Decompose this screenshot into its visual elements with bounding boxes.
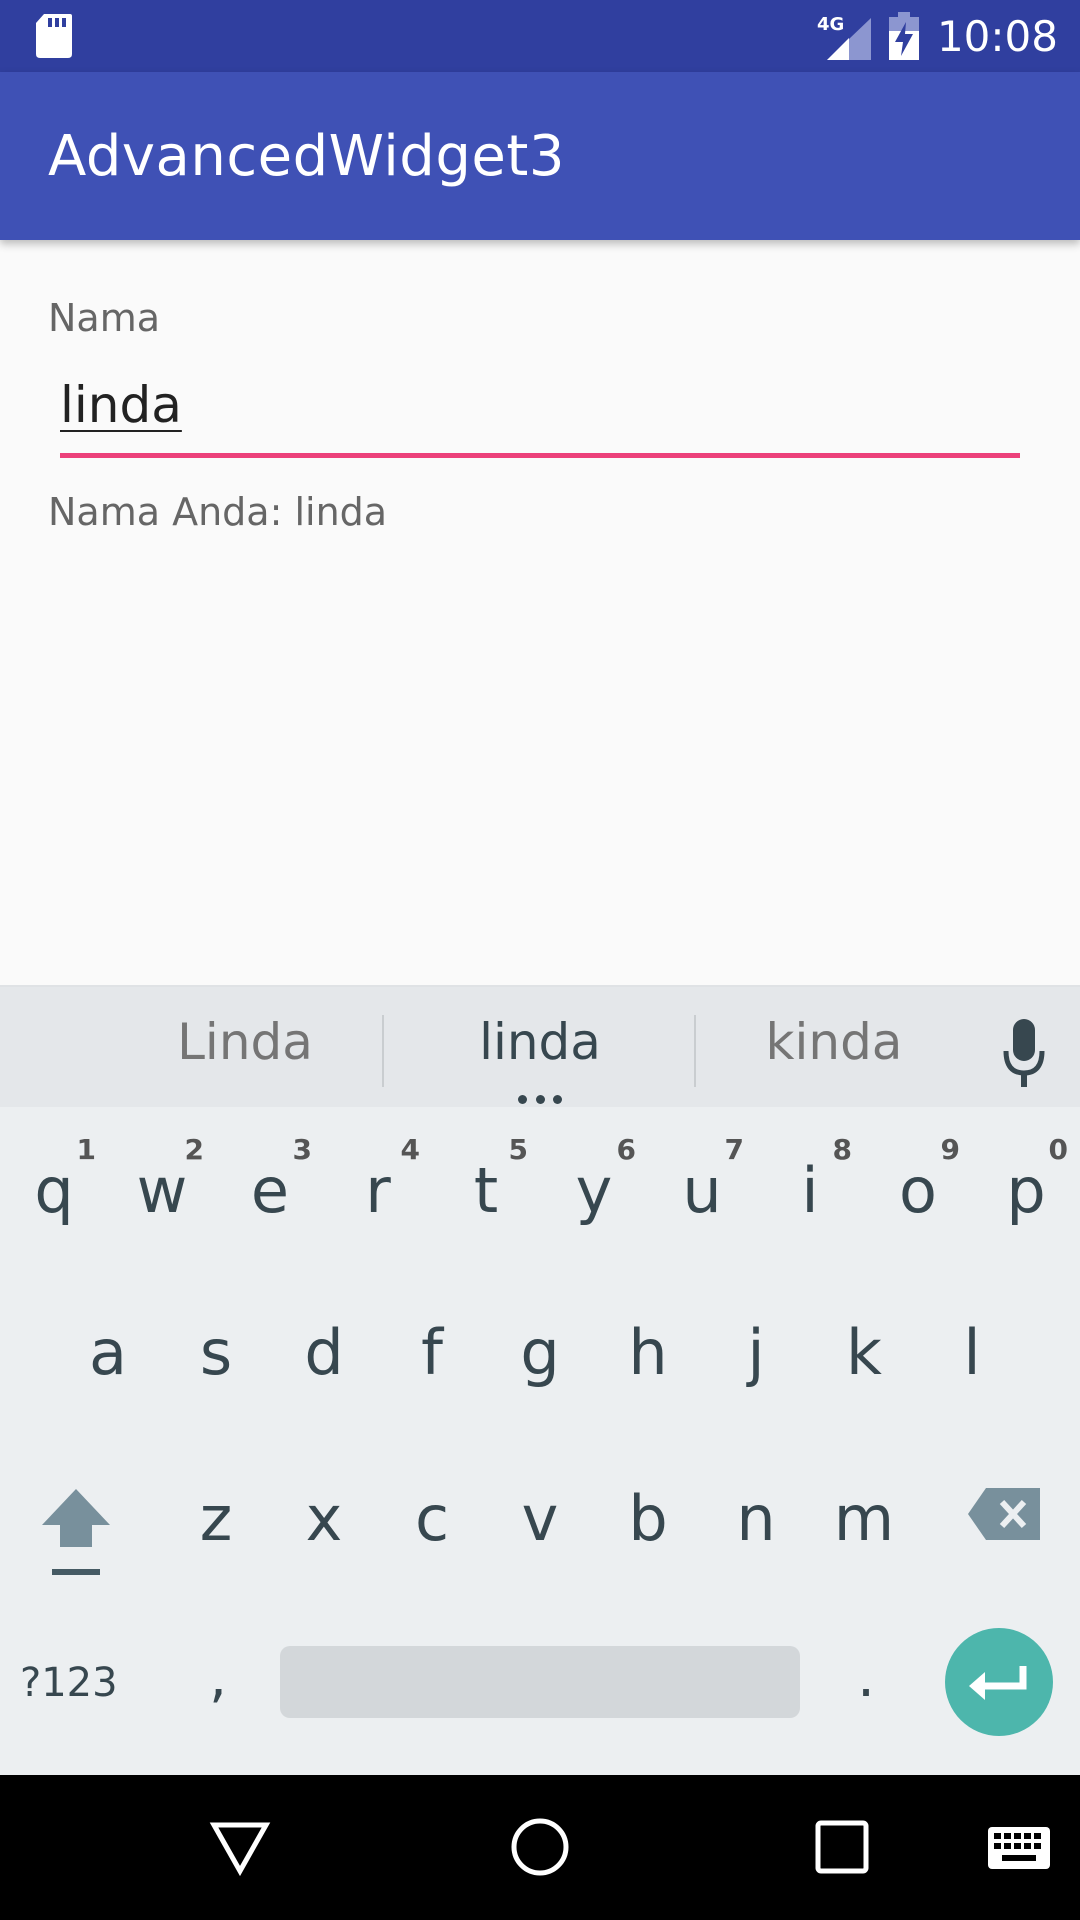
main-content: Nama Nama Anda: linda	[0, 240, 1080, 985]
key-g[interactable]: g	[486, 1288, 594, 1418]
comma-key[interactable]: ,	[168, 1628, 268, 1728]
name-input-underline	[60, 453, 1020, 458]
key-hint: 4	[400, 1133, 420, 1166]
recent-apps-icon[interactable]	[814, 1819, 870, 1875]
key-h[interactable]: h	[594, 1288, 702, 1418]
key-j[interactable]: j	[702, 1288, 810, 1418]
mic-icon[interactable]	[1002, 1019, 1046, 1089]
key-u[interactable]: u7	[648, 1126, 756, 1256]
key-v[interactable]: v	[486, 1454, 594, 1584]
key-e[interactable]: e3	[216, 1126, 324, 1256]
key-c[interactable]: c	[378, 1454, 486, 1584]
suggestion-left[interactable]: Linda	[95, 1013, 395, 1071]
suggestion-right[interactable]: kinda	[684, 1013, 984, 1071]
key-o[interactable]: o9	[864, 1126, 972, 1256]
key-z[interactable]: z	[162, 1454, 270, 1584]
key-hint: 8	[832, 1133, 852, 1166]
name-label: Nama	[48, 296, 161, 340]
backspace-icon[interactable]	[966, 1486, 1042, 1542]
key-a[interactable]: a	[54, 1288, 162, 1418]
signal-icon: 4G	[817, 14, 871, 60]
key-y[interactable]: y6	[540, 1126, 648, 1256]
key-hint: 7	[724, 1133, 744, 1166]
key-hint: 2	[184, 1133, 204, 1166]
key-hint: 1	[76, 1133, 96, 1166]
symbols-key[interactable]: ?123	[20, 1638, 140, 1728]
sd-card-icon	[36, 14, 72, 58]
key-hint: 9	[940, 1133, 960, 1166]
space-bar[interactable]	[280, 1646, 800, 1718]
key-hint: 5	[508, 1133, 528, 1166]
key-k[interactable]: k	[810, 1288, 918, 1418]
back-icon[interactable]	[208, 1815, 272, 1879]
key-x[interactable]: x	[270, 1454, 378, 1584]
suggestion-divider	[382, 1015, 384, 1087]
key-w[interactable]: w2	[108, 1126, 216, 1256]
key-b[interactable]: b	[594, 1454, 702, 1584]
key-d[interactable]: d	[270, 1288, 378, 1418]
key-m[interactable]: m	[810, 1454, 918, 1584]
suggestion-center[interactable]: linda	[390, 1013, 690, 1071]
home-icon[interactable]	[508, 1815, 572, 1879]
app-bar: AdvancedWidget3	[0, 72, 1080, 240]
enter-icon	[969, 1666, 1027, 1700]
suggestion-strip: Linda linda kinda	[0, 985, 1080, 1107]
key-f[interactable]: f	[378, 1288, 486, 1418]
network-type-label: 4G	[817, 14, 844, 35]
key-p[interactable]: p0	[972, 1126, 1080, 1256]
key-hint: 6	[616, 1133, 636, 1166]
key-i[interactable]: i8	[756, 1126, 864, 1256]
enter-button[interactable]	[945, 1628, 1053, 1736]
key-s[interactable]: s	[162, 1288, 270, 1418]
navigation-bar	[0, 1775, 1080, 1920]
battery-charging-icon	[888, 12, 919, 60]
key-hint: 0	[1048, 1133, 1068, 1166]
key-q[interactable]: q1	[0, 1126, 108, 1256]
key-t[interactable]: t5	[432, 1126, 540, 1256]
shift-icon[interactable]	[36, 1485, 116, 1580]
key-hint: 3	[292, 1133, 312, 1166]
status-time: 10:08	[936, 11, 1058, 61]
key-r[interactable]: r4	[324, 1126, 432, 1256]
period-key[interactable]: .	[816, 1628, 916, 1728]
keyboard-switch-icon[interactable]	[988, 1827, 1050, 1869]
more-suggestions-dots	[518, 1095, 562, 1105]
key-n[interactable]: n	[702, 1454, 810, 1584]
status-bar: 4G 10:08	[0, 0, 1080, 72]
name-input[interactable]	[60, 370, 1020, 440]
key-l[interactable]: l	[918, 1288, 1026, 1418]
result-label: Nama Anda: linda	[48, 490, 388, 534]
app-title: AdvancedWidget3	[48, 124, 565, 189]
